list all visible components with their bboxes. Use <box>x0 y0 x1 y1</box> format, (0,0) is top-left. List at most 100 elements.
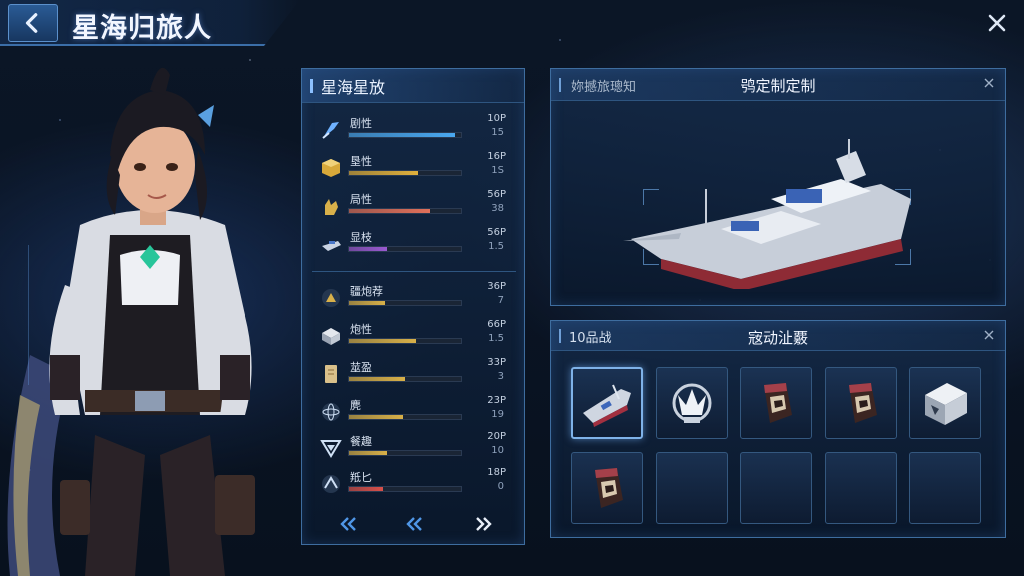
stat-bar-fill <box>349 209 430 213</box>
stat-row: 剧性 10P 15 <box>312 113 516 149</box>
empty-item-slot[interactable] <box>740 452 812 524</box>
double-chevron-left-icon[interactable] <box>336 514 360 534</box>
stat-subvalue: 1S <box>491 165 504 176</box>
hand-icon <box>318 193 344 219</box>
item-slot[interactable] <box>571 452 643 524</box>
stat-row: 莁盈 33P 3 <box>312 357 516 393</box>
items-panel-header: 10品战 宼动沚覈 <box>551 321 1005 351</box>
stat-value: 16P <box>487 151 506 162</box>
stat-name: 炮性 <box>350 323 372 336</box>
item-slot[interactable] <box>656 367 728 439</box>
stat-bar <box>348 170 462 176</box>
stat-bar <box>348 486 462 492</box>
items-panel: 10品战 宼动沚覈 <box>550 320 1006 538</box>
stat-value: 10P <box>487 113 506 124</box>
items-panel-title: 宼动沚覈 <box>747 329 808 347</box>
item-slot[interactable] <box>571 367 643 439</box>
blade-icon <box>318 117 344 143</box>
crown-emblem-item-icon <box>664 375 720 431</box>
stat-name: 垦性 <box>350 155 372 168</box>
stat-bar-fill <box>349 301 385 305</box>
ship-panel-title: 鸮定制定制 <box>740 77 816 95</box>
stats-panel-title: 星海星放 <box>321 77 386 97</box>
stat-subvalue: 38 <box>491 203 504 214</box>
stat-subvalue: 1.5 <box>488 333 504 344</box>
page-title: 星海归旅人 <box>72 13 212 44</box>
double-chevron-left-icon[interactable] <box>402 514 426 534</box>
warship-item-icon <box>579 375 635 431</box>
ship-icon <box>318 231 344 257</box>
stat-name: 剧性 <box>350 117 372 130</box>
stat-name: 麂 <box>350 399 361 412</box>
back-button[interactable] <box>8 4 58 42</box>
scroll-icon <box>318 361 344 387</box>
stat-subvalue: 0 <box>497 481 504 492</box>
armor-gauntlet-item-icon <box>833 375 889 431</box>
stat-row: 疆炮荐 36P 7 <box>312 281 516 317</box>
empty-item-slot[interactable] <box>909 452 981 524</box>
item-slot[interactable] <box>740 367 812 439</box>
stat-bar-fill <box>349 339 417 343</box>
stat-value: 56P <box>487 189 506 200</box>
emblem-icon <box>318 435 344 461</box>
stat-row: 局性 56P 38 <box>312 189 516 225</box>
warship-model <box>623 139 911 289</box>
stat-subvalue: 3 <box>497 371 504 382</box>
close-icon[interactable] <box>983 329 995 341</box>
empty-item-slot[interactable] <box>825 452 897 524</box>
stat-bar <box>348 132 462 138</box>
stat-bar <box>348 246 462 252</box>
close-button[interactable] <box>984 10 1010 36</box>
stat-bar <box>348 376 462 382</box>
stat-row: 垦性 16P 1S <box>312 151 516 187</box>
stat-name: 局性 <box>350 193 372 206</box>
stat-bar <box>348 414 462 420</box>
stat-subvalue: 7 <box>497 295 504 306</box>
stat-bar-fill <box>349 133 456 137</box>
stat-name: 显枝 <box>350 231 372 244</box>
stat-row: 羝匕 18P 0 <box>312 467 516 503</box>
stat-value: 23P <box>487 395 506 406</box>
stat-value: 20P <box>487 431 506 442</box>
stat-value: 56P <box>487 227 506 238</box>
item-slot[interactable] <box>909 367 981 439</box>
stat-bar-fill <box>349 377 405 381</box>
stat-bar-fill <box>349 415 403 419</box>
stat-bar-fill <box>349 451 388 455</box>
stat-name: 羝匕 <box>350 471 372 484</box>
ship-panel-header: 妳撼旅璁知 鸮定制定制 <box>551 69 1005 101</box>
hud-decoration <box>28 245 88 385</box>
chevron-left-icon <box>25 13 38 33</box>
stat-row: 餐趣 20P 10 <box>312 431 516 467</box>
stat-bar <box>348 300 462 306</box>
stats-panel: 星海星放 剧性 10P 15 垦性 16P 1S 局性 56P 38 显枝 56P 1.5 疆炮荐 36P… <box>301 68 525 545</box>
character-portrait <box>0 55 300 576</box>
crate-icon <box>318 323 344 349</box>
stat-subvalue: 1.5 <box>488 241 504 252</box>
stat-row: 炮性 66P 1.5 <box>312 319 516 355</box>
header-accent-bar <box>310 78 313 93</box>
close-icon[interactable] <box>983 77 995 89</box>
double-chevron-right-icon[interactable] <box>472 514 496 534</box>
steel-crate-item-icon <box>917 375 973 431</box>
armor-gauntlet-item-icon <box>579 460 635 516</box>
stat-bar <box>348 208 462 214</box>
stat-bar-fill <box>349 487 383 491</box>
stat-name: 莁盈 <box>350 361 372 374</box>
top-bar: 星海归旅人 <box>0 0 1024 50</box>
stats-panel-header: 星海星放 <box>302 69 524 103</box>
item-slot[interactable] <box>825 367 897 439</box>
stat-value: 66P <box>487 319 506 330</box>
turret-icon <box>318 285 344 311</box>
stat-subvalue: 10 <box>491 445 504 456</box>
cube-icon <box>318 155 344 181</box>
orbit-icon <box>318 471 344 497</box>
ship-panel: 妳撼旅璁知 鸮定制定制 <box>550 68 1006 306</box>
stat-value: 36P <box>487 281 506 292</box>
empty-item-slot[interactable] <box>656 452 728 524</box>
stat-value: 33P <box>487 357 506 368</box>
close-icon <box>988 14 1006 32</box>
stat-value: 18P <box>487 467 506 478</box>
stat-subvalue: 19 <box>491 409 504 420</box>
stat-row: 显枝 56P 1.5 <box>312 227 516 263</box>
